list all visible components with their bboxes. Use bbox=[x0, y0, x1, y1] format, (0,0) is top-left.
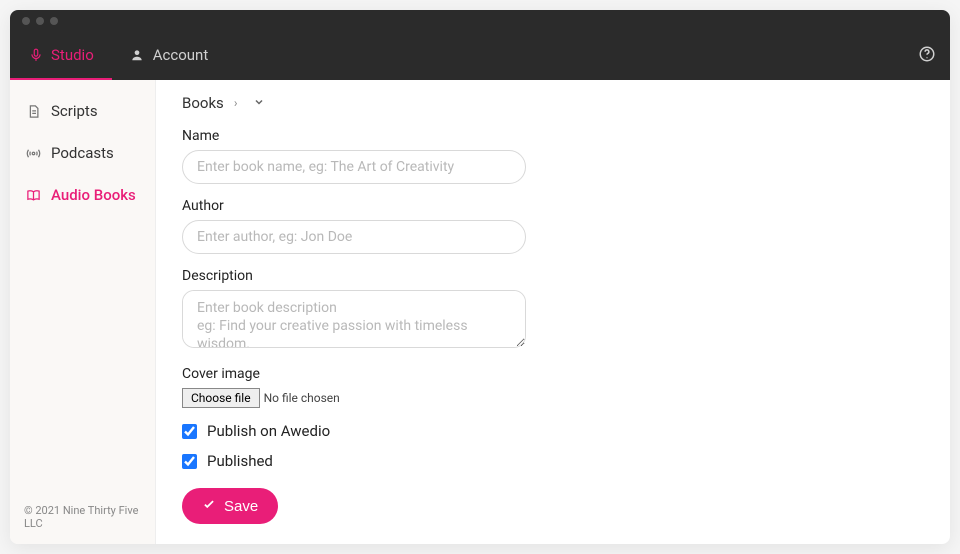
breadcrumb-dropdown[interactable] bbox=[253, 94, 265, 112]
window-dot bbox=[36, 17, 44, 25]
check-icon bbox=[202, 497, 216, 515]
field-publish-awedio: Publish on Awedio bbox=[182, 422, 924, 440]
top-nav: Studio Account bbox=[10, 32, 950, 80]
field-published: Published bbox=[182, 452, 924, 470]
name-input[interactable] bbox=[182, 150, 526, 184]
tab-label: Studio bbox=[51, 46, 94, 64]
tab-account[interactable]: Account bbox=[112, 32, 227, 80]
sidebar-item-label: Audio Books bbox=[51, 186, 136, 204]
help-icon bbox=[918, 45, 936, 67]
sidebar-item-label: Podcasts bbox=[51, 144, 114, 162]
chevron-right-icon: › bbox=[234, 96, 238, 110]
field-cover: Cover image Choose file No file chosen bbox=[182, 366, 924, 408]
sidebar-item-label: Scripts bbox=[51, 102, 98, 120]
help-button[interactable] bbox=[918, 32, 936, 80]
publish-awedio-label: Publish on Awedio bbox=[207, 422, 330, 440]
window-titlebar bbox=[10, 10, 950, 32]
person-icon bbox=[130, 48, 145, 63]
podcast-icon bbox=[26, 146, 41, 161]
choose-file-button[interactable]: Choose file bbox=[182, 388, 260, 408]
file-status: No file chosen bbox=[264, 391, 340, 405]
window-dot bbox=[22, 17, 30, 25]
mic-icon bbox=[28, 48, 43, 63]
main-panel: Books › Name Author Description Cover im… bbox=[156, 80, 950, 544]
app-window: Studio Account Scripts bbox=[10, 10, 950, 544]
tab-studio[interactable]: Studio bbox=[10, 32, 112, 80]
description-input[interactable] bbox=[182, 290, 526, 348]
field-description: Description bbox=[182, 268, 924, 352]
content: Scripts Podcasts Audio Books © 2021 Nine… bbox=[10, 80, 950, 544]
name-label: Name bbox=[182, 128, 924, 144]
published-label: Published bbox=[207, 452, 273, 470]
description-label: Description bbox=[182, 268, 924, 284]
field-author: Author bbox=[182, 198, 924, 254]
published-checkbox[interactable] bbox=[182, 454, 197, 469]
sidebar-item-audio-books[interactable]: Audio Books bbox=[10, 174, 155, 216]
audiobook-icon bbox=[26, 188, 41, 203]
footer-text: © 2021 Nine Thirty Five LLC bbox=[10, 492, 155, 544]
sidebar-item-podcasts[interactable]: Podcasts bbox=[10, 132, 155, 174]
author-input[interactable] bbox=[182, 220, 526, 254]
document-icon bbox=[26, 104, 41, 119]
window-dot bbox=[50, 17, 58, 25]
tab-label: Account bbox=[153, 46, 209, 64]
field-name: Name bbox=[182, 128, 924, 184]
breadcrumb: Books › bbox=[182, 94, 924, 112]
sidebar: Scripts Podcasts Audio Books © 2021 Nine… bbox=[10, 80, 156, 544]
publish-awedio-checkbox[interactable] bbox=[182, 424, 197, 439]
save-label: Save bbox=[224, 498, 258, 515]
sidebar-item-scripts[interactable]: Scripts bbox=[10, 90, 155, 132]
cover-label: Cover image bbox=[182, 366, 924, 382]
breadcrumb-root[interactable]: Books bbox=[182, 94, 224, 112]
save-button[interactable]: Save bbox=[182, 488, 278, 524]
author-label: Author bbox=[182, 198, 924, 214]
